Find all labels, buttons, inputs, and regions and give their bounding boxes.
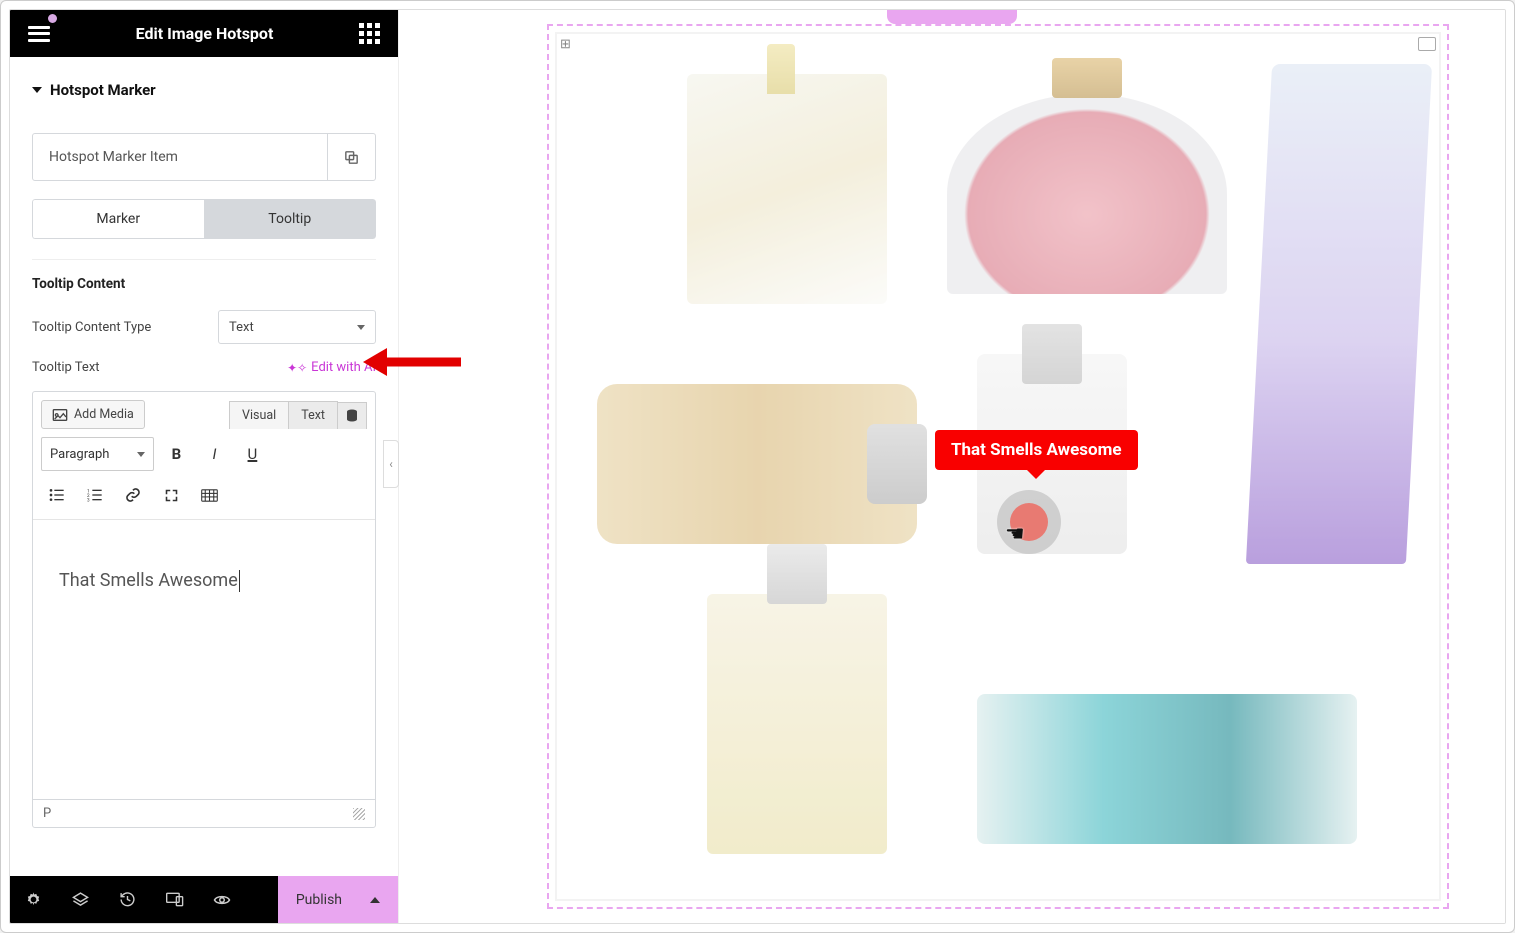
panel-title: Edit Image Hotspot	[136, 24, 274, 43]
editor-content-area[interactable]: That Smells Awesome	[33, 519, 375, 799]
eye-icon	[213, 893, 231, 907]
responsive-button[interactable]	[151, 876, 198, 923]
caret-down-icon	[32, 87, 42, 93]
rich-text-editor: Add Media Visual Text Paragraph B I U	[32, 391, 376, 828]
gear-icon	[25, 891, 42, 908]
section-add-handle[interactable]	[887, 10, 1017, 24]
format-select[interactable]: Paragraph	[41, 437, 154, 471]
side-panel: Edit Image Hotspot Hotspot Marker Hotspo…	[10, 10, 399, 923]
media-icon	[52, 408, 68, 422]
history-button[interactable]	[104, 876, 151, 923]
panel-header: Edit Image Hotspot	[10, 10, 398, 57]
annotation-arrow	[363, 345, 463, 379]
keyboard-icon	[201, 489, 218, 502]
select-content-type[interactable]: Text	[218, 310, 376, 344]
database-icon	[346, 409, 358, 423]
link-icon	[125, 487, 141, 503]
widget-outline: ⊞ That Smells Awesome ☚	[555, 32, 1441, 901]
underline-button[interactable]: U	[236, 438, 268, 470]
editor-status-path: P	[43, 806, 51, 821]
resize-grip[interactable]	[353, 808, 365, 820]
hotspot-tooltip: That Smells Awesome	[935, 430, 1138, 470]
section-tooltip-content: Tooltip Content	[32, 276, 376, 292]
panel-footer: Publish	[10, 876, 398, 923]
apps-grid-icon[interactable]	[359, 23, 380, 44]
accordion-hotspot-marker[interactable]: Hotspot Marker	[32, 81, 376, 99]
svg-text:3: 3	[87, 498, 90, 502]
section-outline: ⊞ That Smells Awesome ☚	[547, 24, 1449, 909]
bullet-list-button[interactable]	[41, 479, 73, 511]
accordion-title: Hotspot Marker	[50, 81, 156, 99]
bold-button[interactable]: B	[160, 438, 192, 470]
menu-icon[interactable]	[28, 26, 50, 42]
publish-label: Publish	[296, 892, 342, 908]
editor-tab-text[interactable]: Text	[288, 401, 338, 429]
publish-button[interactable]: Publish	[278, 876, 398, 923]
marker-tooltip-tabs: Marker Tooltip	[32, 199, 376, 239]
add-media-button[interactable]: Add Media	[41, 400, 145, 429]
tab-marker[interactable]: Marker	[32, 199, 204, 239]
editor-text: That Smells Awesome	[59, 570, 238, 591]
sparkle-icon: ✦✧	[287, 361, 307, 375]
preview-button[interactable]	[198, 876, 245, 923]
devices-icon	[166, 892, 184, 907]
text-cursor	[239, 570, 240, 592]
editor-tab-visual[interactable]: Visual	[229, 401, 289, 429]
bullet-list-icon	[49, 488, 65, 502]
duplicate-button[interactable]	[327, 133, 375, 181]
editor-canvas[interactable]: ⊞ That Smells Awesome ☚	[399, 10, 1505, 923]
navigator-button[interactable]	[57, 876, 104, 923]
item-label: Hotspot Marker Item	[33, 149, 327, 165]
copy-icon	[343, 149, 360, 166]
italic-button[interactable]: I	[198, 438, 230, 470]
history-icon	[119, 891, 136, 908]
link-button[interactable]	[117, 479, 149, 511]
label-tooltip-text: Tooltip Text	[32, 360, 100, 375]
chevron-up-icon	[370, 897, 380, 903]
add-media-label: Add Media	[74, 407, 134, 422]
select-value: Text	[229, 320, 254, 335]
label-content-type: Tooltip Content Type	[32, 320, 151, 335]
expand-icon	[164, 488, 179, 503]
collapse-panel-button[interactable]: ‹	[383, 440, 399, 488]
numbered-list-button[interactable]: 123	[79, 479, 111, 511]
toolbar-toggle-button[interactable]	[193, 479, 225, 511]
format-value: Paragraph	[50, 447, 109, 462]
caret-down-icon	[357, 325, 365, 330]
editor-tab-dynamic[interactable]	[337, 402, 367, 429]
fullscreen-button[interactable]	[155, 479, 187, 511]
numbered-list-icon: 123	[87, 488, 103, 502]
caret-down-icon	[137, 452, 145, 457]
tab-tooltip[interactable]: Tooltip	[204, 199, 377, 239]
notification-dot	[48, 14, 57, 23]
hotspot-marker-item[interactable]: Hotspot Marker Item	[32, 133, 376, 181]
settings-button[interactable]	[10, 876, 57, 923]
layers-icon	[72, 891, 89, 908]
pointer-cursor-icon: ☚	[1005, 522, 1025, 547]
